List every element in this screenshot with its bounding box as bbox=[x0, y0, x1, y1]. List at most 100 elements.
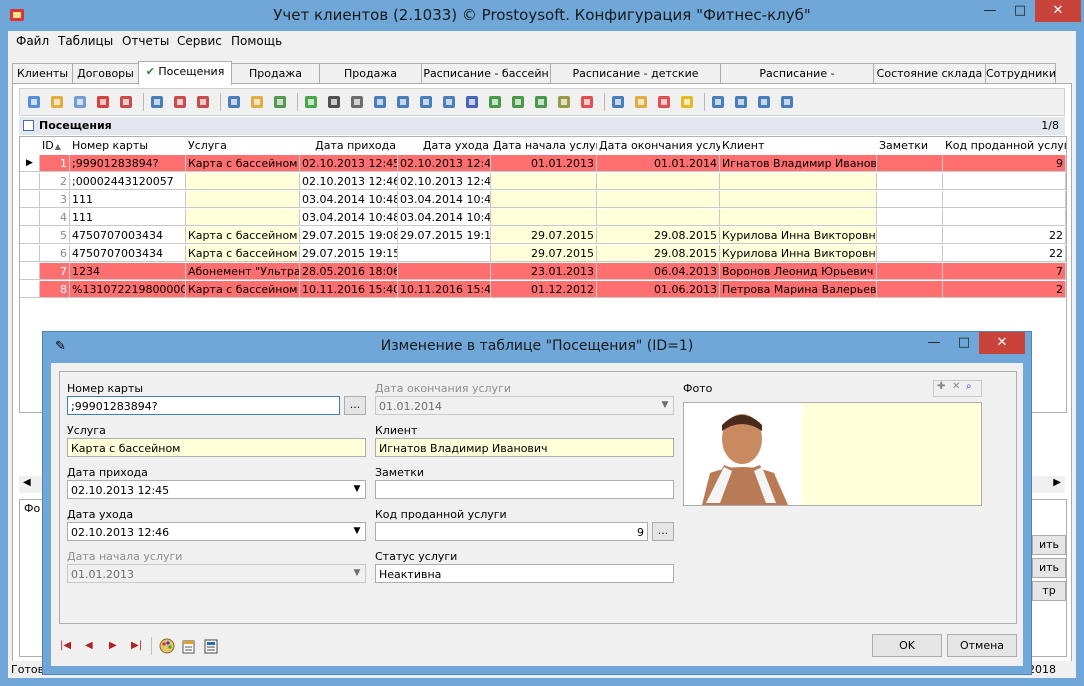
find-icon[interactable] bbox=[326, 94, 342, 110]
cell-notes[interactable] bbox=[877, 173, 943, 190]
column-header[interactable]: Дата начала услуги bbox=[491, 137, 597, 156]
service-field[interactable]: Карта с бассейном bbox=[67, 438, 366, 457]
sql-icon[interactable] bbox=[272, 94, 288, 110]
cell-in[interactable]: 10.11.2016 15:40 bbox=[300, 281, 398, 298]
delete-many-icon[interactable] bbox=[118, 94, 134, 110]
column-header[interactable]: Дата ухода bbox=[398, 137, 491, 156]
add-record-icon[interactable] bbox=[26, 94, 42, 110]
export-html-icon[interactable] bbox=[441, 94, 457, 110]
filter-remove-icon[interactable] bbox=[195, 94, 211, 110]
cell-out[interactable]: 02.10.2013 12:46 bbox=[398, 155, 491, 172]
next-record-icon[interactable] bbox=[756, 94, 772, 110]
settings-table-icon[interactable] bbox=[656, 94, 672, 110]
photo-frame[interactable] bbox=[683, 402, 982, 506]
nav-prev-icon[interactable]: ◀ bbox=[85, 640, 93, 651]
departure-field[interactable]: 02.10.2013 12:46 ▼ bbox=[67, 522, 366, 541]
lower-tab-label[interactable]: Фо bbox=[24, 502, 40, 515]
nav-next-icon[interactable]: ▶ bbox=[109, 640, 117, 651]
cell-end[interactable] bbox=[597, 191, 720, 208]
cell-end[interactable] bbox=[597, 173, 720, 190]
zoom-photo-icon[interactable]: ⌕ bbox=[966, 381, 972, 392]
row-indicator[interactable] bbox=[20, 191, 40, 208]
cell-notes[interactable] bbox=[877, 263, 943, 280]
cell-out[interactable]: 10.11.2016 15:45 bbox=[398, 281, 491, 298]
cell-in[interactable]: 28.05.2016 18:06 bbox=[300, 263, 398, 280]
export-icon[interactable] bbox=[395, 94, 411, 110]
export-word-icon[interactable] bbox=[464, 94, 480, 110]
client-field[interactable]: Игнатов Владимир Иванович bbox=[375, 438, 674, 457]
table-row[interactable]: 6 4750707003434 Карта с бассейном 29.07.201… bbox=[20, 245, 1066, 263]
cell-card[interactable]: 111 bbox=[70, 191, 186, 208]
add-photo-icon[interactable]: ✚ bbox=[937, 381, 945, 392]
cell-id[interactable]: 2 bbox=[40, 173, 70, 190]
last-record-icon[interactable] bbox=[779, 94, 795, 110]
tab-contracts[interactable]: Договоры bbox=[72, 63, 139, 84]
cell-client[interactable]: Петрова Марина Валерьевна bbox=[720, 281, 877, 298]
tab-stock[interactable]: Состояние склада bbox=[873, 63, 986, 84]
clear-filter-icon[interactable] bbox=[172, 94, 188, 110]
cell-id[interactable]: 3 bbox=[40, 191, 70, 208]
cell-in[interactable]: 03.04.2014 10:48 bbox=[300, 209, 398, 226]
table-row[interactable]: 5 4750707003434 Карта с бассейном 29.07.201… bbox=[20, 227, 1066, 245]
chart-icon[interactable] bbox=[579, 94, 595, 110]
cell-client[interactable] bbox=[720, 191, 877, 208]
export-csv-icon[interactable] bbox=[533, 94, 549, 110]
row-indicator[interactable] bbox=[20, 209, 40, 226]
cell-out[interactable]: 03.04.2014 10:48 bbox=[398, 209, 491, 226]
code-lookup-button[interactable]: ... bbox=[652, 522, 674, 541]
dialog-maximize-button[interactable]: □ bbox=[949, 332, 979, 354]
table-row[interactable]: 3 111 03.04.2014 10:48 03.04.2014 10:48 bbox=[20, 191, 1066, 209]
cell-start[interactable] bbox=[491, 209, 597, 226]
print-icon[interactable] bbox=[349, 94, 365, 110]
minimize-button[interactable]: — bbox=[975, 0, 1005, 22]
column-header[interactable]: Дата окончания услуги bbox=[597, 137, 720, 156]
table-row[interactable]: 4 111 03.04.2014 10:48 03.04.2014 10:48 bbox=[20, 209, 1066, 227]
import-icon[interactable] bbox=[633, 94, 649, 110]
cell-end[interactable]: 01.06.2013 bbox=[597, 281, 720, 298]
sort-icon[interactable] bbox=[610, 94, 626, 110]
cell-id[interactable]: 1 bbox=[40, 155, 70, 172]
cell-card[interactable]: ;00002443120057 bbox=[70, 173, 186, 190]
ok-button[interactable]: OK bbox=[872, 634, 942, 657]
code-field[interactable]: 9 bbox=[375, 522, 648, 541]
tab-clients[interactable]: Клиенты bbox=[12, 63, 73, 84]
current-row-indicator[interactable]: ▶ bbox=[20, 155, 40, 172]
table-row[interactable]: 7 1234 Абонемент "Ультра" 28.05.2016 18:06 2… bbox=[20, 263, 1066, 281]
cell-notes[interactable] bbox=[877, 245, 943, 262]
cell-service[interactable] bbox=[186, 209, 300, 226]
cell-start[interactable]: 23.01.2013 bbox=[491, 263, 597, 280]
export-doc-icon[interactable] bbox=[418, 94, 434, 110]
menu-service[interactable]: Сервис bbox=[177, 34, 222, 48]
cell-id[interactable]: 8 bbox=[40, 281, 70, 298]
cell-notes[interactable] bbox=[877, 191, 943, 208]
cell-out[interactable]: 02.10.2013 12:46 bbox=[398, 173, 491, 190]
cell-start[interactable]: 29.07.2015 bbox=[491, 245, 597, 262]
cell-in[interactable]: 03.04.2014 10:48 bbox=[300, 191, 398, 208]
first-record-icon[interactable] bbox=[710, 94, 726, 110]
cell-id[interactable]: 4 bbox=[40, 209, 70, 226]
cell-service[interactable]: Карта с бассейном bbox=[186, 245, 300, 262]
column-header[interactable]: Клиент bbox=[720, 137, 877, 156]
cell-out[interactable]: 03.04.2014 10:48 bbox=[398, 191, 491, 208]
filter-advanced-icon[interactable] bbox=[226, 94, 242, 110]
cell-notes[interactable] bbox=[877, 209, 943, 226]
arrival-field[interactable]: 02.10.2013 12:45 ▼ bbox=[67, 480, 366, 499]
table-row[interactable]: 2 ;00002443120057 02.10.2013 12:46 02.10.20… bbox=[20, 173, 1066, 191]
cell-card[interactable]: 4750707003434 bbox=[70, 245, 186, 262]
cell-in[interactable]: 29.07.2015 19:08 bbox=[300, 227, 398, 244]
cell-client[interactable]: Игнатов Владимир Иванович bbox=[720, 155, 877, 172]
cell-id[interactable]: 7 bbox=[40, 263, 70, 280]
cell-client[interactable]: Курилова Инна Викторовна bbox=[720, 227, 877, 244]
chevron-down-icon[interactable]: ▼ bbox=[349, 523, 365, 540]
cell-end[interactable]: 29.08.2015 bbox=[597, 227, 720, 244]
column-header[interactable]: Заметки bbox=[877, 137, 943, 156]
cell-code[interactable]: 2 bbox=[943, 281, 1066, 298]
cell-service[interactable]: Абонемент "Ультра" bbox=[186, 263, 300, 280]
lower-button-2[interactable]: ить bbox=[1032, 558, 1066, 578]
edit-note-icon[interactable] bbox=[181, 638, 197, 654]
column-header[interactable]: Дата прихода bbox=[300, 137, 398, 156]
cell-in[interactable]: 29.07.2015 19:15 bbox=[300, 245, 398, 262]
cell-code[interactable]: 22 bbox=[943, 245, 1066, 262]
status-field[interactable]: Неактивна bbox=[375, 564, 674, 583]
cell-client[interactable] bbox=[720, 173, 877, 190]
